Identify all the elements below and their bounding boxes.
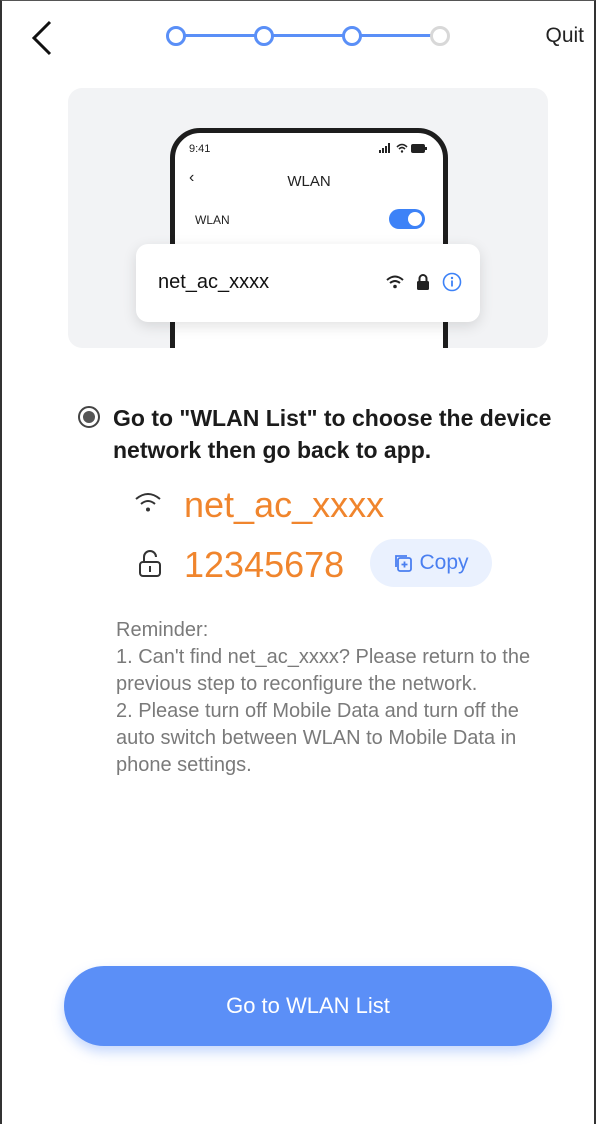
step-dot-2 bbox=[254, 26, 274, 46]
quit-button[interactable]: Quit bbox=[545, 24, 584, 48]
status-time: 9:41 bbox=[189, 143, 211, 155]
wlan-illustration: 9:41 ‹ WLAN WLAN net_ac_xxxx bbox=[68, 88, 548, 348]
copy-label: Copy bbox=[419, 551, 469, 574]
lock-icon bbox=[139, 550, 161, 577]
info-icon bbox=[442, 272, 462, 292]
instruction-text: Go to "WLAN List" to choose the device n… bbox=[113, 405, 552, 463]
signal-icon bbox=[379, 143, 390, 153]
screen-title: WLAN bbox=[287, 173, 331, 190]
progress-line bbox=[356, 34, 440, 37]
copy-button[interactable]: Copy bbox=[370, 539, 492, 587]
copy-icon bbox=[395, 555, 413, 572]
lock-icon bbox=[417, 274, 429, 290]
wifi-icon bbox=[135, 493, 161, 512]
progress-line bbox=[272, 34, 350, 37]
step-dot-1 bbox=[166, 26, 186, 46]
network-ssid: net_ac_xxxx bbox=[184, 484, 385, 525]
step-progress bbox=[166, 26, 452, 46]
step-dot-4 bbox=[430, 26, 450, 46]
cta-label: Go to WLAN List bbox=[226, 993, 390, 1018]
go-to-wlan-list-button[interactable]: Go to WLAN List bbox=[64, 966, 552, 1046]
reminder-text: Reminder: 1. Can't find net_ac_xxxx? Ple… bbox=[116, 619, 531, 776]
wlan-row-label: WLAN bbox=[195, 213, 230, 227]
progress-line bbox=[180, 34, 258, 37]
back-button[interactable] bbox=[28, 20, 58, 56]
step-dot-3 bbox=[342, 26, 362, 46]
battery-icon bbox=[411, 143, 427, 153]
wifi-icon bbox=[396, 143, 408, 153]
network-name: net_ac_xxxx bbox=[158, 271, 270, 293]
step-radio bbox=[78, 406, 100, 428]
status-icons bbox=[379, 143, 427, 153]
wlan-toggle bbox=[389, 209, 425, 229]
wifi-icon bbox=[386, 275, 404, 289]
network-icons bbox=[386, 272, 462, 292]
network-card: net_ac_xxxx bbox=[136, 244, 480, 322]
chevron-left-icon bbox=[31, 20, 52, 56]
network-password: 12345678 bbox=[184, 544, 345, 585]
